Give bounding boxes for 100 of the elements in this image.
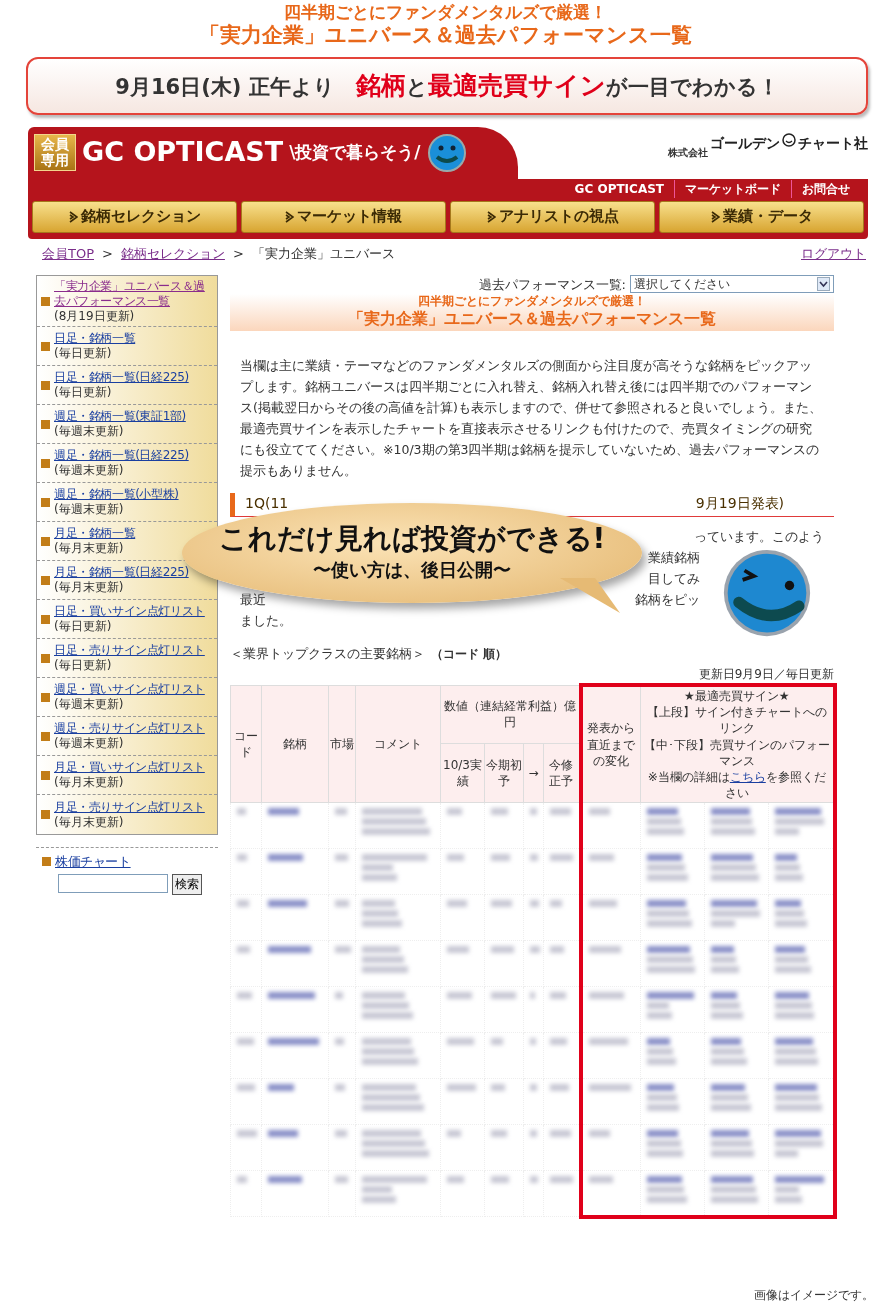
chart-link[interactable]: 株価チャート xyxy=(55,853,131,870)
heading-title: 「実力企業」ユニバース＆過去パフォーマンス一覧 xyxy=(347,308,717,329)
blurred-content xyxy=(647,854,683,862)
blurred-content xyxy=(588,1038,628,1046)
blurred-content xyxy=(530,1038,536,1046)
blurred-content xyxy=(775,900,802,908)
blurred-content xyxy=(447,946,470,954)
breadcrumb-link[interactable]: 銘柄セレクション xyxy=(120,243,225,264)
sidebar-link[interactable]: 月足・売りサイン点灯リスト xyxy=(54,799,205,815)
sidebar-link[interactable]: 日足・買いサイン点灯リスト xyxy=(54,604,205,620)
blurred-content xyxy=(711,808,750,816)
blurred-content xyxy=(647,956,693,964)
blurred-content xyxy=(268,854,303,862)
chart-search-field[interactable] xyxy=(58,873,168,893)
nav-button[interactable]: アナリストの視点 xyxy=(450,200,655,233)
bullet-icon xyxy=(41,419,50,429)
section-heading-text: 9月19日発表) xyxy=(695,493,784,513)
sidebar-link[interactable]: 日足・売りサイン点灯リスト xyxy=(54,643,205,659)
sidebar-link[interactable]: 月足・買いサイン点灯リスト xyxy=(54,760,205,776)
bullet-icon xyxy=(41,653,50,663)
blurred-content xyxy=(237,854,248,862)
blurred-content xyxy=(530,854,539,862)
details-link[interactable]: こちら xyxy=(729,769,766,784)
blurred-content xyxy=(362,1002,410,1010)
blurred-content xyxy=(550,854,574,862)
sidebar-link[interactable]: 月足・銘柄一覧(日経225) xyxy=(54,565,189,581)
update-note: (毎月末更新) xyxy=(54,541,125,557)
update-note: (毎日更新) xyxy=(54,658,113,674)
banner-text: 9月16日(木) 正午より 銘柄と 最適売買サインが一目でわかる！ xyxy=(115,69,779,102)
blurred-content xyxy=(362,828,430,836)
sidebar-link[interactable]: 週足・銘柄一覧(日経225) xyxy=(54,448,189,464)
column-header: コメント xyxy=(355,685,441,803)
blurred-content xyxy=(491,854,510,862)
blurred-content xyxy=(530,1130,538,1138)
sidebar-link[interactable]: 日足・銘柄一覧 xyxy=(54,331,136,347)
blurred-content xyxy=(362,946,400,954)
update-note: (毎日更新) xyxy=(54,385,113,401)
blurred-content xyxy=(362,1196,397,1204)
blurred-content xyxy=(268,992,315,1000)
blurred-content xyxy=(647,1104,680,1112)
blurred-content xyxy=(362,900,395,908)
sidebar-link[interactable]: 「実力企業」ユニバース＆過去パフォーマンス一覧 xyxy=(54,278,215,309)
promo-title: 「実力企業」ユニバース＆過去パフォーマンス一覧 xyxy=(197,22,693,49)
blurred-content xyxy=(588,808,611,816)
blurred-content xyxy=(491,1038,503,1046)
company-name: チャート社 xyxy=(798,133,868,153)
performance-select[interactable]: 選択してください xyxy=(630,275,834,294)
section-heading-text: 1Q(11 xyxy=(245,493,289,513)
bullet-icon xyxy=(41,770,50,780)
blurred-content xyxy=(550,946,564,954)
blurred-content xyxy=(491,946,514,954)
header-line: ★最適売買サイン★ xyxy=(683,688,791,705)
blurred-content xyxy=(775,910,804,918)
blurred-content xyxy=(447,1038,474,1046)
nav-button[interactable]: 業績・データ xyxy=(659,200,864,233)
blurred-content xyxy=(775,1048,816,1056)
logout-link[interactable]: ログアウト xyxy=(801,243,866,264)
blurred-content xyxy=(362,1186,393,1194)
sidebar-link[interactable]: 月足・銘柄一覧 xyxy=(54,526,136,542)
sidebar-link[interactable]: 週足・買いサイン点灯リスト xyxy=(54,682,205,698)
nav-button[interactable]: 銘柄セレクション xyxy=(32,200,237,233)
update-note: (毎週末更新) xyxy=(54,463,125,479)
breadcrumb-link[interactable]: 会員TOP xyxy=(42,243,94,264)
blurred-content xyxy=(647,874,688,882)
blurred-content xyxy=(647,910,689,918)
blurred-content xyxy=(268,808,299,816)
blurred-content xyxy=(335,808,347,816)
sidebar-link[interactable]: 日足・銘柄一覧(日経225) xyxy=(54,370,189,386)
header-link[interactable]: マーケットボード xyxy=(674,179,791,198)
update-note: (毎日更新) xyxy=(54,346,113,362)
breadcrumb-separator: > xyxy=(102,244,113,263)
blurred-content xyxy=(775,1094,820,1102)
header-note: ※当欄の詳細はこちら を参照ください xyxy=(646,768,827,802)
paragraph-text: ました。 xyxy=(240,611,292,630)
bullet-icon xyxy=(41,575,50,585)
header-link[interactable]: GC OPTICAST xyxy=(564,179,674,198)
blurred-content xyxy=(268,946,311,954)
blurred-content xyxy=(335,946,351,954)
column-header: 銘柄 xyxy=(261,685,329,803)
column-header: 10/3実績 xyxy=(440,743,485,803)
blurred-content xyxy=(647,1186,685,1194)
nav-button[interactable]: マーケット情報 xyxy=(241,200,446,233)
breadcrumb-current: 「実力企業」ユニバース xyxy=(251,244,395,263)
blurred-content xyxy=(711,874,759,882)
update-note: (毎日更新) xyxy=(54,619,113,635)
member-badge: 会員専用 xyxy=(34,134,76,172)
update-note: (毎週末更新) xyxy=(54,502,125,518)
blurred-content xyxy=(362,808,423,816)
blurred-content xyxy=(335,900,350,908)
blurred-content xyxy=(647,1176,682,1184)
sidebar-link[interactable]: 週足・銘柄一覧(小型株) xyxy=(54,487,179,503)
sidebar-link[interactable]: 週足・銘柄一覧(東証1部) xyxy=(54,409,186,425)
blurred-content xyxy=(647,966,696,974)
blurred-content xyxy=(711,1130,749,1138)
header-link[interactable]: お問合せ xyxy=(791,179,860,198)
blurred-content xyxy=(362,1094,420,1102)
blurred-content xyxy=(362,1140,426,1148)
sidebar-link[interactable]: 週足・売りサイン点灯リスト xyxy=(54,721,205,737)
search-button[interactable]: 検索 xyxy=(172,873,202,895)
blurred-content xyxy=(362,1150,429,1158)
